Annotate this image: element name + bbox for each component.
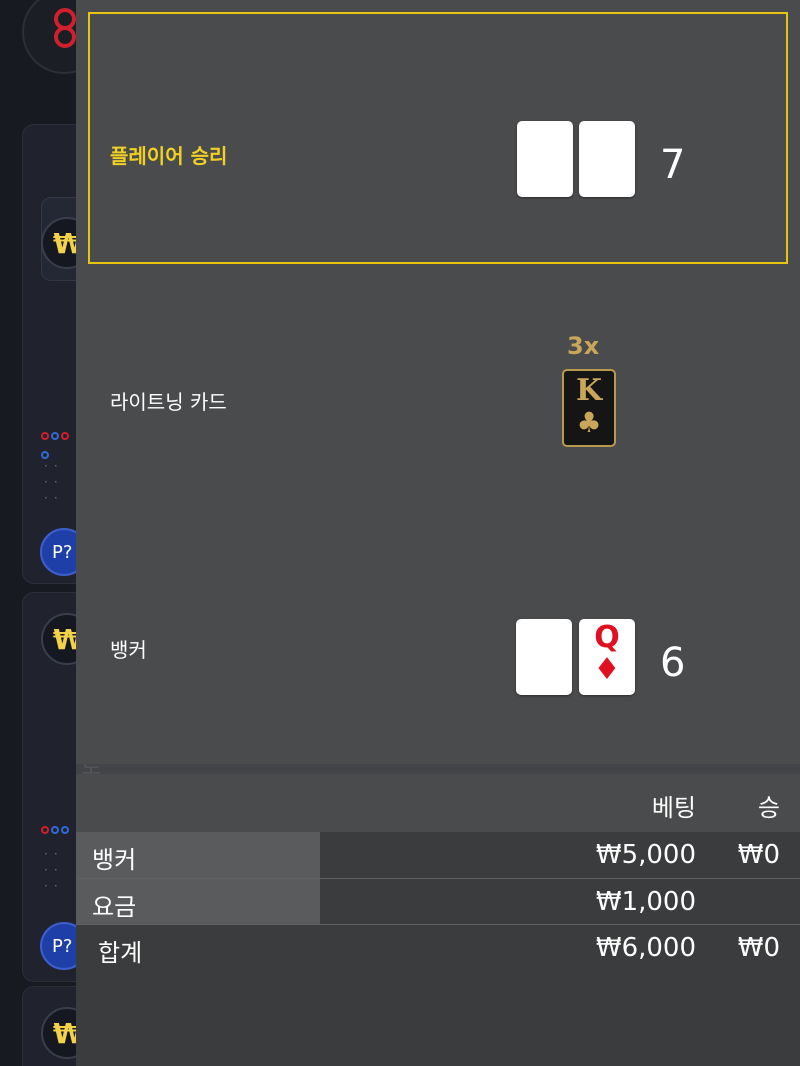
bet-amount: ₩5,000 [595, 840, 696, 870]
table-row-total: 합계 ₩6,000 ₩0 [76, 925, 800, 971]
result-panel: 플레이어 승리 4 ♠ 3 ♠ 7 라이트닝 카드 3x K ♣ 뱅커 6 ♣ … [76, 0, 800, 764]
outcome-title: 플레이어 승리 [110, 144, 228, 168]
card-rank: K [575, 373, 603, 408]
club-icon: ♣ [530, 652, 558, 687]
banker-card-1: 6 ♣ [516, 619, 572, 695]
bet-column-header: 베팅 [651, 794, 696, 822]
bets-header: 베팅 승 [76, 774, 800, 832]
player-card-2: 3 ♠ [579, 121, 635, 197]
card-rank: 4 [534, 122, 556, 157]
card-rank: Q [594, 620, 620, 655]
win-amount: ₩0 [737, 840, 780, 870]
banker-total: 6 [660, 640, 686, 686]
table-row: 요금 ₩1,000 [76, 879, 800, 925]
spade-icon: ♠ [531, 154, 559, 189]
lightning-card: K ♣ [562, 369, 616, 447]
banker-label: 뱅커 [110, 638, 147, 662]
bet-row-label: 뱅커 [92, 846, 137, 874]
lightning-multiplier: 3x [567, 332, 600, 360]
winner-highlight [88, 12, 788, 264]
card-rank: 3 [596, 122, 618, 157]
bets-table: 베팅 승 뱅커 ₩5,000 ₩0 요금 ₩1,000 합계 ₩6,000 ₩0 [76, 774, 800, 1066]
total-win-amount: ₩0 [737, 933, 780, 963]
total-bet-amount: ₩6,000 [595, 933, 696, 963]
table-row: 뱅커 ₩5,000 ₩0 [76, 832, 800, 878]
player-total: 7 [660, 142, 686, 188]
lightning-card-label: 라이트닝 카드 [110, 390, 227, 414]
diamond-icon: ♦ [593, 652, 621, 687]
win-column-header: 승 [757, 794, 780, 822]
banker-card-2: Q ♦ [579, 619, 635, 695]
roadmap-icon [40, 820, 70, 839]
spade-icon: ♠ [593, 154, 621, 189]
total-label: 합계 [98, 939, 143, 967]
bet-row-label: 요금 [92, 893, 137, 921]
player-card-1: 4 ♠ [517, 121, 573, 197]
bet-amount: ₩1,000 [595, 887, 696, 917]
club-icon: ♣ [576, 406, 602, 439]
card-rank: 6 [533, 620, 555, 655]
